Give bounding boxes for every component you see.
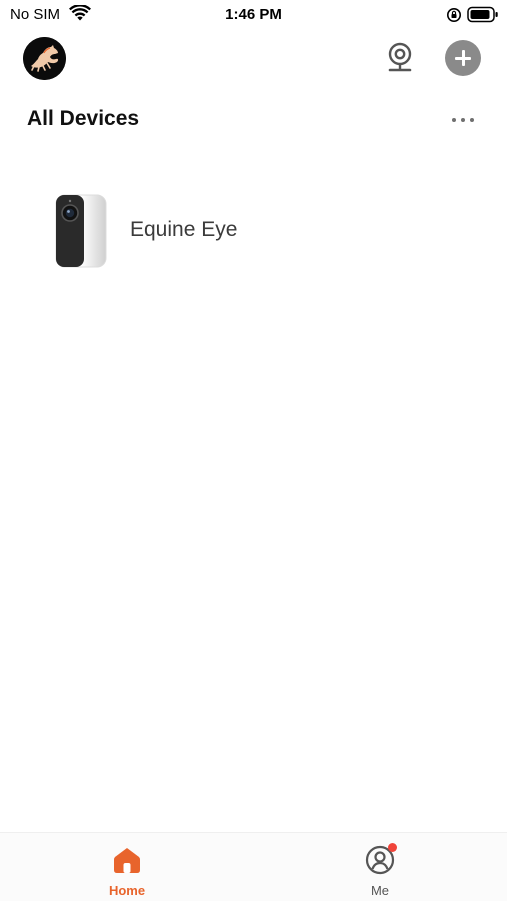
ellipsis-icon	[452, 118, 456, 122]
horse-logo-icon	[23, 37, 66, 80]
add-device-button[interactable]	[445, 40, 481, 76]
battery-icon	[467, 6, 498, 23]
tab-home[interactable]: Home	[82, 833, 172, 901]
webcam-button[interactable]	[382, 39, 418, 75]
tab-me-label: Me	[370, 883, 390, 898]
avatar[interactable]	[23, 37, 66, 80]
tab-me[interactable]: Me	[335, 833, 425, 901]
tab-bar: Home Me	[0, 832, 507, 901]
section-title: All Devices	[27, 107, 140, 130]
notification-badge	[388, 843, 397, 852]
status-time: 1:46 PM	[225, 6, 282, 23]
webcam-icon	[388, 42, 412, 72]
orientation-lock-icon	[447, 8, 461, 22]
device-list-item[interactable]: Equine Eye	[40, 185, 470, 277]
camera-device-icon	[55, 194, 107, 268]
status-bar: No SIM 1:46 PM	[0, 0, 507, 30]
home-icon	[114, 848, 140, 873]
tab-home-label: Home	[108, 883, 146, 898]
device-name: Equine Eye	[130, 218, 238, 241]
more-options-button[interactable]	[448, 109, 480, 129]
